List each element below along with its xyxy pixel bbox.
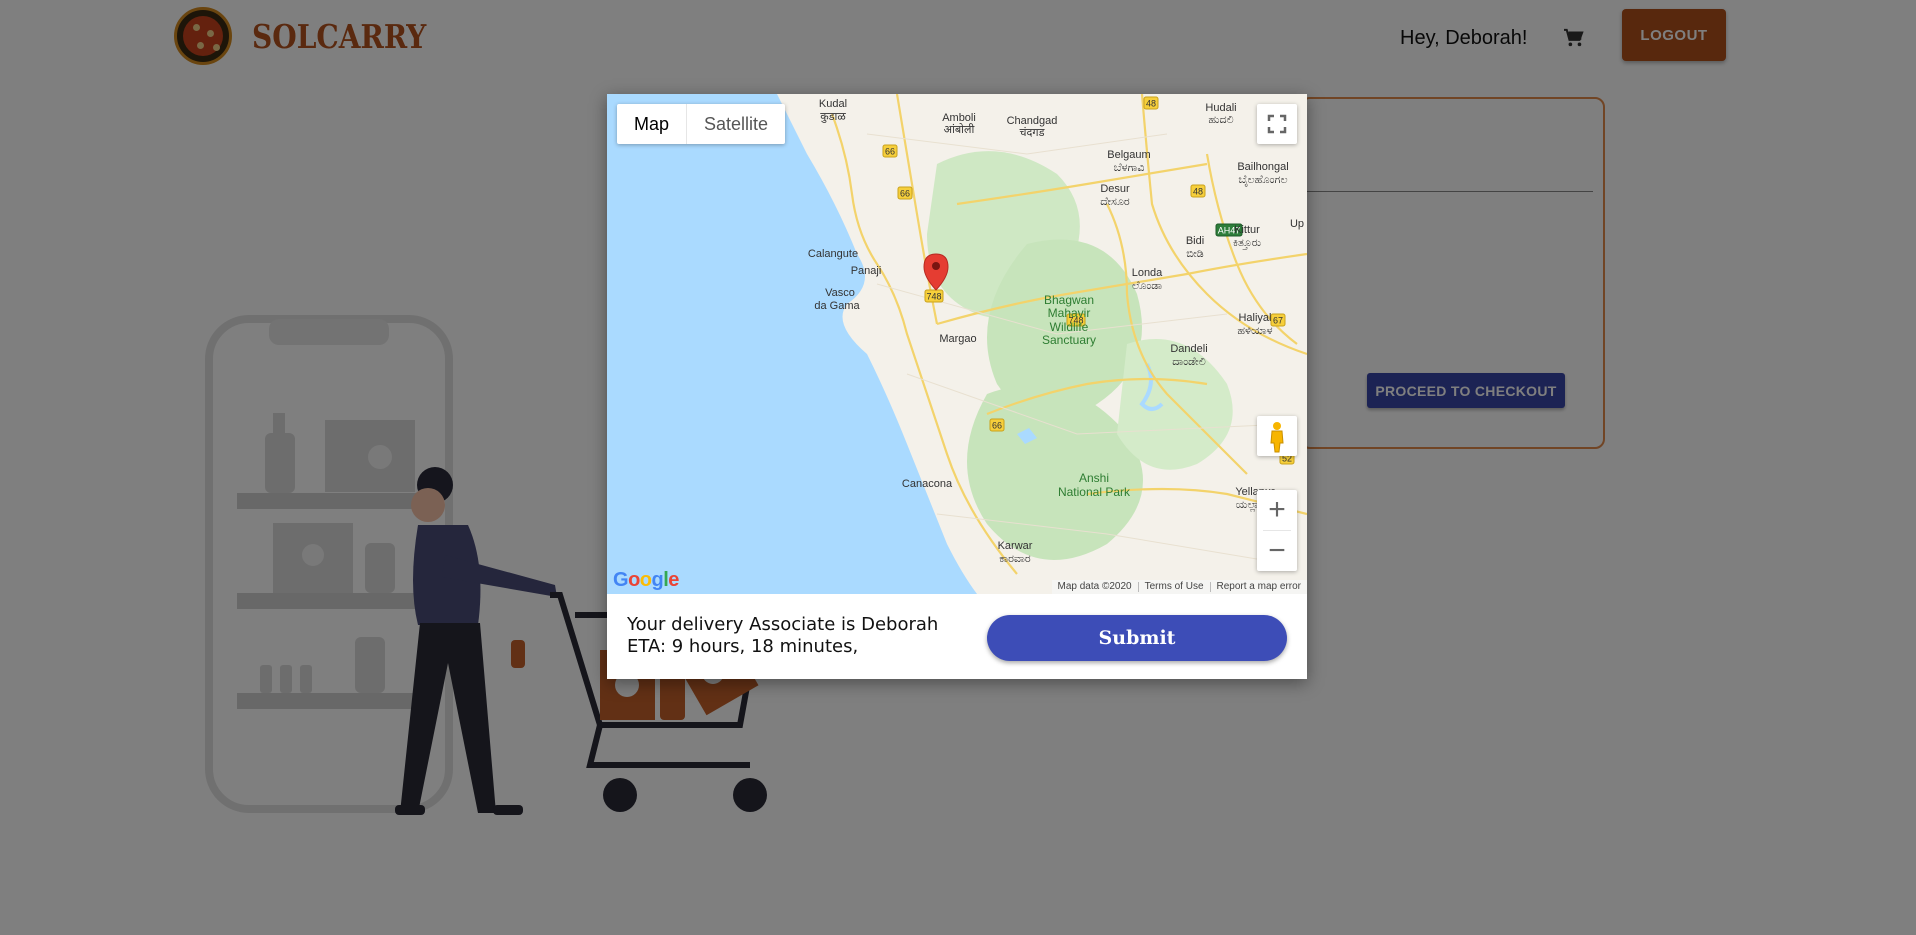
- map-place-label: Wildlife: [1050, 320, 1089, 334]
- svg-text:66: 66: [885, 147, 895, 157]
- street-view-button[interactable]: [1257, 416, 1297, 456]
- map-place-label: ಹುದಲಿ: [1208, 114, 1233, 126]
- fullscreen-button[interactable]: [1257, 104, 1297, 144]
- delivery-modal: 48 66 66 48 AH47 748 748 67 66 52 Kudal कुडाळ Ambol…: [607, 94, 1307, 679]
- fullscreen-icon: [1267, 114, 1287, 134]
- map-place-label: चंदगड: [1020, 126, 1045, 139]
- map-place-label: Chandgad: [1007, 115, 1058, 127]
- map-place-label: ಹಳಿಯಾಳ: [1237, 325, 1272, 337]
- road-shield: 66: [897, 186, 913, 200]
- svg-text:48: 48: [1193, 187, 1203, 197]
- map-place-label: Mahavir: [1048, 306, 1091, 320]
- map-place-label: आंबोली: [944, 123, 975, 136]
- zoom-out-button[interactable]: −: [1257, 531, 1297, 571]
- map-place-label: ಬೈಲಹೊಂಗಲ: [1238, 174, 1287, 186]
- terms-of-use-link[interactable]: Terms of Use: [1139, 580, 1210, 594]
- map-place-label: Kudal: [819, 98, 847, 110]
- map-place-label: Panaji: [851, 265, 882, 277]
- map-place-label: Margao: [939, 333, 976, 345]
- road-shield: 67: [1270, 313, 1286, 327]
- map-type-map[interactable]: Map: [617, 104, 686, 144]
- svg-text:48: 48: [1146, 99, 1156, 109]
- map-place-label: ಬೀಡಿ: [1186, 248, 1204, 260]
- map-place-label: ಬೆಳಗಾವಿ: [1114, 162, 1145, 174]
- map-place-label: da Gama: [814, 300, 860, 312]
- eta-text: ETA: 9 hours, 18 minutes,: [627, 636, 859, 657]
- map-place-label: Calangute: [808, 248, 858, 260]
- delivery-map[interactable]: 48 66 66 48 AH47 748 748 67 66 52 Kudal कुडाळ Ambol…: [607, 94, 1307, 594]
- map-place-label: Bidi: [1186, 235, 1204, 247]
- street-view-pegman-icon: [1270, 422, 1284, 453]
- map-place-label: Bailhongal: [1237, 161, 1288, 173]
- zoom-control: + −: [1257, 490, 1297, 571]
- delivery-associate-text: Your delivery Associate is Deborah: [627, 614, 939, 635]
- map-attribution: Map data ©2020 Terms of Use Report a map…: [1051, 580, 1307, 594]
- map-place-label: ಲೊಂಡಾ: [1132, 280, 1162, 292]
- svg-text:748: 748: [926, 292, 941, 302]
- map-place-label: Belgaum: [1107, 149, 1150, 161]
- road-shield: 66: [989, 418, 1005, 432]
- map-place-label: Dandeli: [1170, 343, 1207, 355]
- map-place-label: Kittur: [1234, 224, 1260, 236]
- svg-text:66: 66: [900, 189, 910, 199]
- map-place-label: Londa: [1132, 267, 1163, 279]
- map-place-label: ಕಿತ್ತೂರು: [1233, 237, 1262, 249]
- map-place-label: Vasco: [825, 287, 855, 299]
- map-place-label: Hudali: [1205, 102, 1236, 114]
- map-place-label: Desur: [1100, 183, 1130, 195]
- map-place-label: Canacona: [902, 478, 953, 490]
- road-shield: 748: [924, 289, 944, 303]
- map-place-label: Amboli: [942, 112, 976, 124]
- map-place-label: National Park: [1058, 485, 1131, 499]
- map-place-label: ದೇಸೂರ: [1100, 196, 1130, 208]
- map-type-satellite[interactable]: Satellite: [687, 104, 785, 144]
- svg-text:66: 66: [992, 421, 1002, 431]
- map-place-label: Haliyal: [1238, 312, 1271, 324]
- map-place-label: ಕಾರವಾರ: [999, 553, 1031, 565]
- google-logo[interactable]: Google: [613, 569, 679, 592]
- map-place-label: Sanctuary: [1042, 333, 1096, 347]
- road-shield: 48: [1143, 96, 1159, 110]
- map-data-label: Map data ©2020: [1057, 581, 1132, 592]
- map-place-label: Bhagwan: [1044, 293, 1094, 307]
- map-place-label: Anshi: [1079, 471, 1109, 485]
- svg-text:67: 67: [1273, 316, 1283, 326]
- report-map-error-link[interactable]: Report a map error: [1211, 580, 1307, 594]
- map-place-label: ದಾಂಡೇಲಿ: [1172, 356, 1205, 368]
- map-place-label: कुडाळ: [820, 111, 846, 123]
- map-place-label: Karwar: [998, 540, 1033, 552]
- road-shield: 66: [882, 144, 898, 158]
- map-type-toggle: Map Satellite: [617, 104, 786, 144]
- zoom-in-button[interactable]: +: [1257, 490, 1297, 530]
- map-place-label: Up: [1290, 218, 1304, 230]
- map-canvas[interactable]: 486666 48AH47748748 676652 Kudalकुडाळ Ambol…: [607, 94, 1307, 594]
- submit-button[interactable]: Submit: [987, 615, 1287, 661]
- road-shield: 48: [1190, 184, 1206, 198]
